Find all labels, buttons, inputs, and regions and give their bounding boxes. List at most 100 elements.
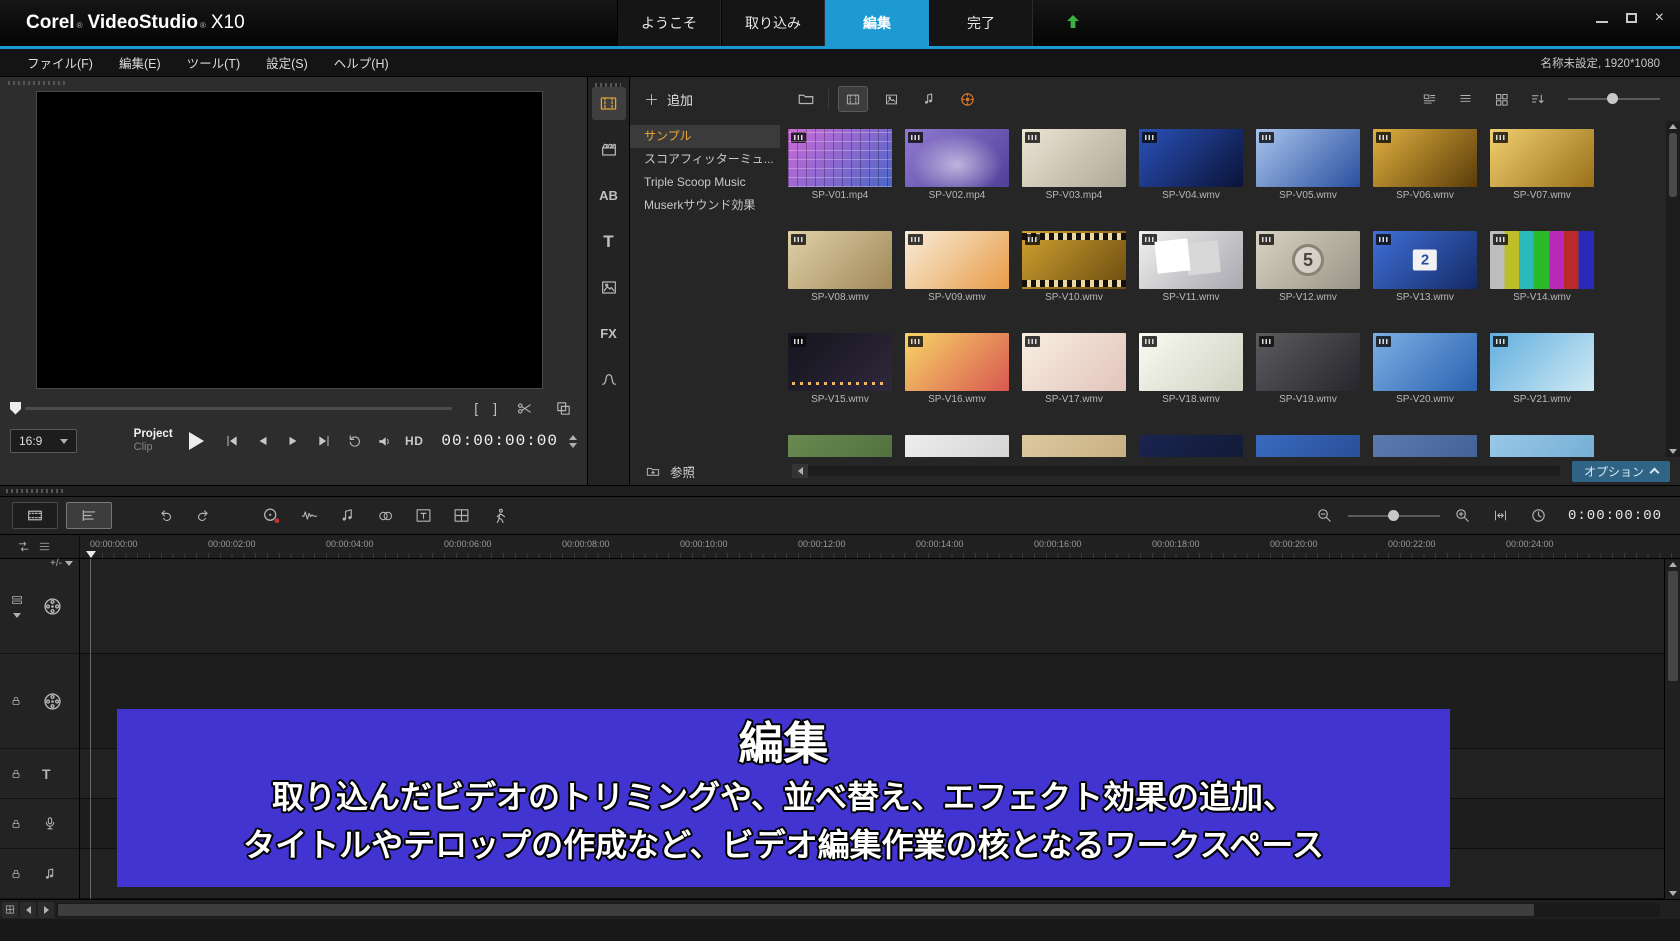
lock-icon[interactable] bbox=[10, 768, 22, 780]
library-vertical-scrollbar[interactable] bbox=[1666, 121, 1680, 457]
library-thumbnail[interactable]: SP-V21.wmv bbox=[1490, 333, 1594, 405]
lock-icon[interactable] bbox=[10, 695, 22, 707]
menu-item[interactable]: ヘルプ(H) bbox=[321, 49, 402, 76]
motion-tracking-button[interactable] bbox=[484, 503, 514, 529]
maximize-icon[interactable] bbox=[1626, 13, 1637, 23]
volume-button[interactable] bbox=[374, 430, 396, 452]
mark-out-icon[interactable]: ] bbox=[493, 400, 497, 416]
graphic-icon[interactable] bbox=[592, 271, 626, 304]
library-thumbnail-partial[interactable] bbox=[1022, 435, 1126, 457]
library-thumbnail[interactable]: SP-V16.wmv bbox=[905, 333, 1009, 405]
home-button[interactable] bbox=[221, 430, 243, 452]
import-media-icon[interactable] bbox=[794, 88, 818, 110]
project-duration-button[interactable] bbox=[1524, 503, 1554, 529]
library-thumbnail[interactable]: 5 SP-V12.wmv bbox=[1256, 231, 1360, 303]
library-horizontal-scrollbar[interactable] bbox=[792, 464, 1560, 478]
instant-project-icon[interactable] bbox=[592, 133, 626, 166]
green-arrow-icon[interactable] bbox=[1065, 14, 1081, 30]
scroll-down-icon[interactable] bbox=[1669, 449, 1677, 454]
filter-icon[interactable]: FX bbox=[592, 317, 626, 350]
minimize-icon[interactable] bbox=[1596, 21, 1608, 23]
library-thumbnail[interactable]: SP-V09.wmv bbox=[905, 231, 1009, 303]
scroll-up-icon[interactable] bbox=[1669, 124, 1677, 129]
library-thumbnail[interactable]: SP-V07.wmv bbox=[1490, 129, 1594, 201]
library-thumbnail-partial[interactable] bbox=[905, 435, 1009, 457]
scroll-left-icon[interactable] bbox=[20, 902, 36, 918]
aspect-ratio-select[interactable]: 16:9 bbox=[10, 429, 77, 453]
video-track-lane[interactable] bbox=[80, 559, 1664, 654]
library-category[interactable]: サンプル bbox=[630, 125, 780, 148]
workspace-tab[interactable]: 完了 bbox=[929, 0, 1033, 46]
zoom-out-icon[interactable] bbox=[1310, 503, 1340, 529]
title-icon[interactable]: T bbox=[592, 225, 626, 258]
sound-mixer-button[interactable] bbox=[294, 503, 324, 529]
library-thumbnail[interactable]: SP-V08.wmv bbox=[788, 231, 892, 303]
workspace-tab[interactable]: 編集 bbox=[825, 0, 929, 46]
timeline-horizontal-scrollbar[interactable] bbox=[0, 899, 1680, 919]
panel-splitter[interactable] bbox=[0, 485, 1680, 497]
panel-drag-handle[interactable] bbox=[8, 81, 66, 85]
lock-icon[interactable] bbox=[10, 868, 22, 880]
scroll-right-icon[interactable] bbox=[38, 902, 54, 918]
playhead-line[interactable] bbox=[90, 559, 91, 899]
playhead-marker[interactable] bbox=[86, 551, 96, 558]
scrollbar-thumb[interactable] bbox=[1669, 133, 1677, 197]
music-track-header[interactable] bbox=[0, 849, 79, 899]
slider-knob[interactable] bbox=[1607, 93, 1618, 104]
timeline-view-button[interactable] bbox=[66, 502, 112, 529]
library-thumbnail-partial[interactable] bbox=[1139, 435, 1243, 457]
video-preview[interactable] bbox=[36, 91, 543, 389]
overlay-track-header[interactable] bbox=[0, 654, 79, 749]
list-view-button[interactable] bbox=[1452, 88, 1478, 110]
library-thumbnail[interactable]: SP-V04.wmv bbox=[1139, 129, 1243, 201]
hd-badge[interactable]: HD bbox=[405, 434, 423, 448]
thumbnail-size-slider[interactable] bbox=[1568, 91, 1660, 107]
scrollbar-thumb[interactable] bbox=[58, 904, 1534, 916]
audio-filter-button[interactable] bbox=[915, 87, 943, 111]
project-mode-label[interactable]: Project bbox=[134, 428, 173, 441]
timeline-tracks[interactable]: 編集 取り込んだビデオのトリミングや、並べ替え、エフェクト効果の追加、 タイトル… bbox=[80, 559, 1664, 899]
library-thumbnail[interactable]: SP-V19.wmv bbox=[1256, 333, 1360, 405]
timeline-zoom-slider[interactable] bbox=[1348, 508, 1440, 524]
scroll-up-icon[interactable] bbox=[1669, 562, 1677, 567]
motion-path-icon[interactable] bbox=[592, 363, 626, 396]
library-thumbnail[interactable]: SP-V17.wmv bbox=[1022, 333, 1126, 405]
library-thumbnail[interactable]: SP-V03.mp4 bbox=[1022, 129, 1126, 201]
split-screen-template-button[interactable] bbox=[446, 503, 476, 529]
library-thumbnail[interactable]: SP-V10.wmv bbox=[1022, 231, 1126, 303]
track-zoom-control[interactable]: +/- bbox=[50, 558, 73, 569]
menu-item[interactable]: 編集(E) bbox=[106, 49, 174, 76]
trim-handle[interactable] bbox=[10, 402, 21, 415]
fit-timeline-button[interactable] bbox=[1486, 503, 1516, 529]
library-thumbnail[interactable]: SP-V15.wmv bbox=[788, 333, 892, 405]
storyboard-view-button[interactable] bbox=[12, 502, 58, 529]
photo-filter-button[interactable] bbox=[877, 87, 905, 111]
library-category[interactable]: スコアフィッターミュ... bbox=[630, 148, 780, 171]
track-list-icon[interactable] bbox=[37, 540, 52, 553]
transition-icon[interactable]: AB bbox=[592, 179, 626, 212]
redo-button[interactable] bbox=[188, 503, 218, 529]
close-icon[interactable]: × bbox=[1655, 11, 1664, 25]
enlarge-preview-icon[interactable] bbox=[551, 397, 575, 419]
library-thumbnail[interactable]: SP-V20.wmv bbox=[1373, 333, 1477, 405]
lock-icon[interactable] bbox=[10, 818, 22, 830]
workspace-tab[interactable]: 取り込み bbox=[721, 0, 825, 46]
menu-item[interactable]: 設定(S) bbox=[253, 49, 321, 76]
panel-drag-handle[interactable] bbox=[6, 489, 64, 493]
video-filter-button[interactable] bbox=[839, 87, 867, 111]
repeat-button[interactable] bbox=[344, 430, 366, 452]
grid-view-button[interactable] bbox=[1488, 88, 1514, 110]
library-thumbnail[interactable]: SP-V11.wmv bbox=[1139, 231, 1243, 303]
library-thumbnail-partial[interactable] bbox=[788, 435, 892, 457]
track-manager-icon[interactable] bbox=[10, 594, 24, 606]
auto-music-button[interactable] bbox=[332, 503, 362, 529]
mark-in-icon[interactable]: [ bbox=[474, 400, 478, 416]
subtitle-editor-button[interactable] bbox=[408, 503, 438, 529]
scrollbar-thumb[interactable] bbox=[1668, 571, 1678, 681]
scrollbar-track[interactable] bbox=[56, 903, 1660, 917]
library-category[interactable]: Muserkサウンド効果 bbox=[630, 194, 780, 217]
scrollbar-track[interactable] bbox=[808, 466, 1560, 476]
zoom-in-icon[interactable] bbox=[1448, 503, 1478, 529]
library-thumbnail[interactable]: 2 SP-V13.wmv bbox=[1373, 231, 1477, 303]
seek-bar[interactable] bbox=[25, 407, 452, 410]
